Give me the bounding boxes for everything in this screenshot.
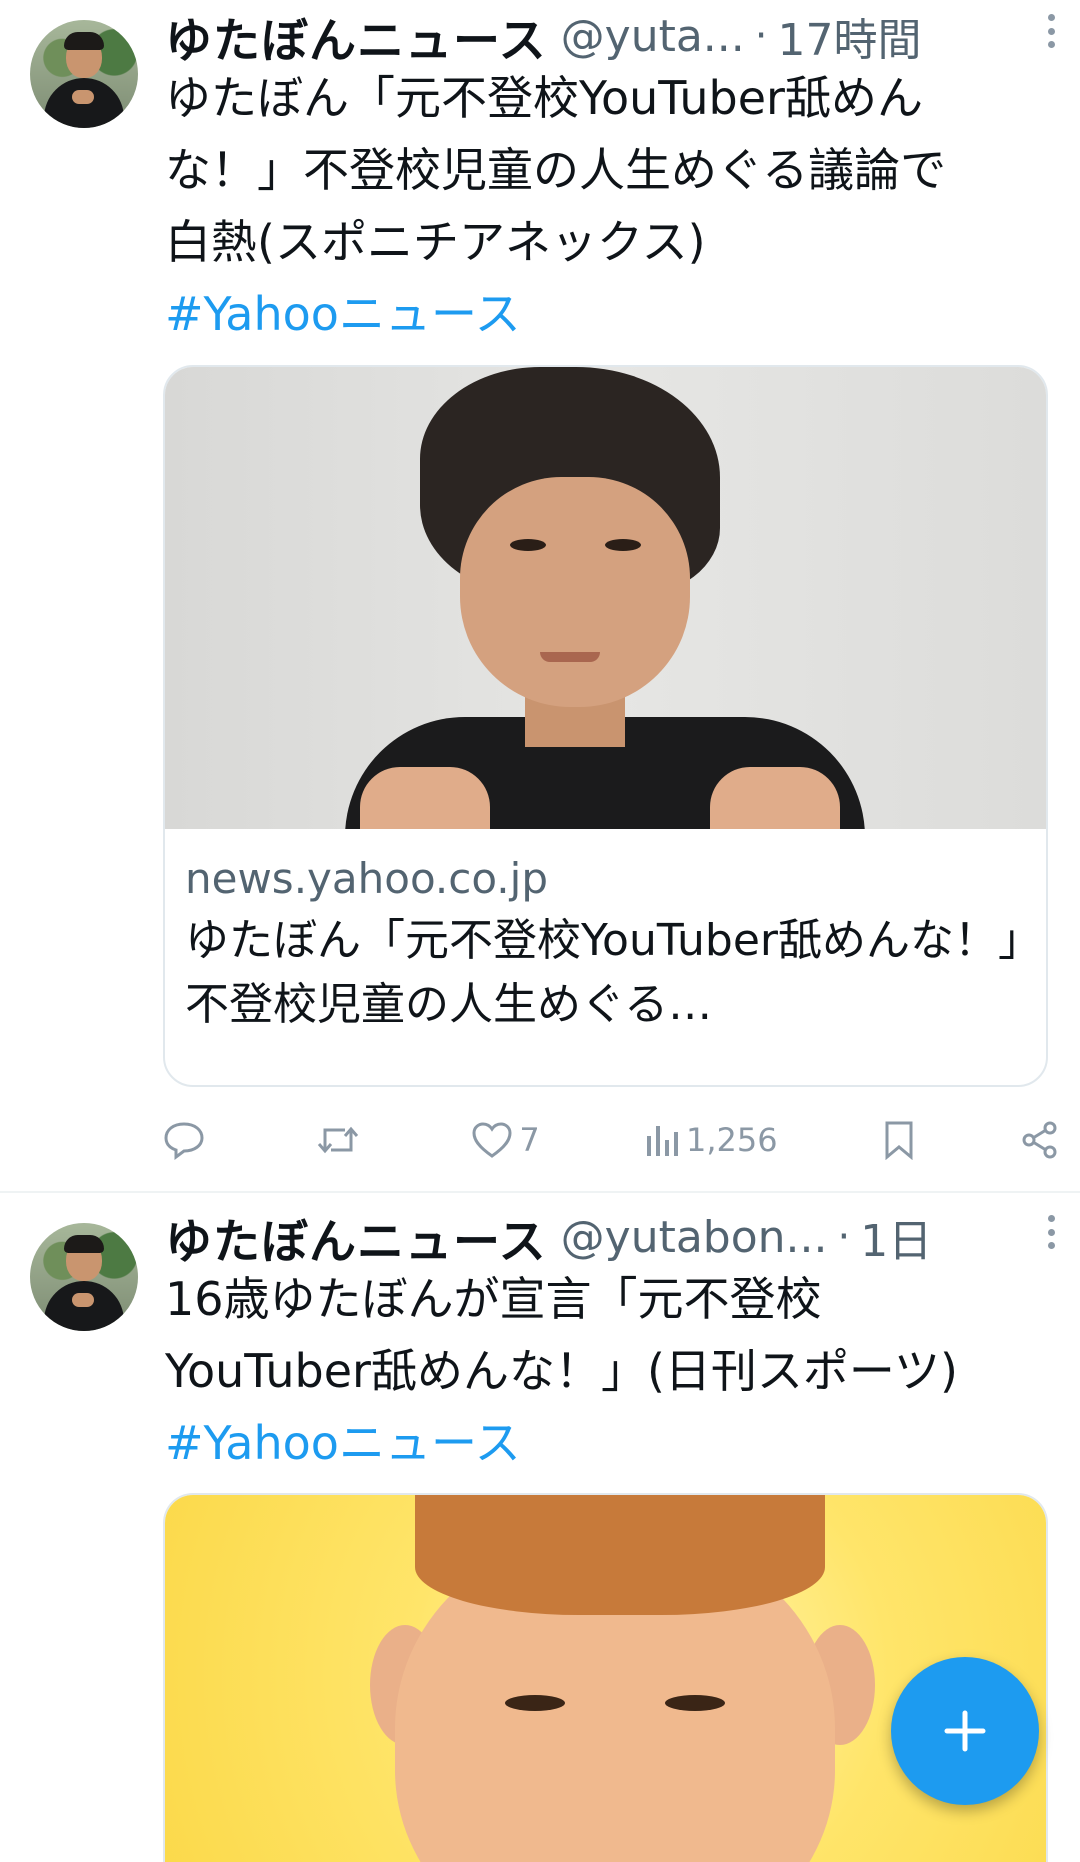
hashtag-link[interactable]: #Yahooニュース bbox=[165, 278, 1045, 350]
card-title: ゆたぼん「元不登校YouTuber舐めんな！」不登校児童の人生めぐる… bbox=[185, 915, 1021, 1030]
tweet-text-line: な！」不登校児童の人生めぐる議論で bbox=[165, 143, 947, 197]
link-card[interactable]: news.yahoo.co.jp ゆたぼん「元不登校YouTuber舐めんな！」… bbox=[163, 365, 1048, 1087]
retweet-icon bbox=[318, 1126, 359, 1154]
views-count: 1,256 bbox=[685, 1121, 778, 1159]
tweet-header: ゆたぼんニュース @yuta... · 17時間 bbox=[165, 4, 1060, 69]
tweet-timestamp[interactable]: 17時間 bbox=[777, 4, 921, 68]
views-button[interactable]: 1,256 bbox=[644, 1121, 778, 1159]
card-domain: news.yahoo.co.jp bbox=[185, 854, 548, 903]
hashtag-link[interactable]: #Yahooニュース bbox=[165, 1407, 1045, 1479]
author-name[interactable]: ゆたぼんニュース bbox=[165, 1203, 547, 1272]
separator-dot: · bbox=[754, 13, 768, 59]
tweet-text: 16歳ゆたぼんが宣言「元不登校 YouTuber舐めんな！」(日刊スポーツ) #… bbox=[165, 1263, 1045, 1479]
compose-tweet-button[interactable] bbox=[891, 1657, 1039, 1805]
like-count: 7 bbox=[519, 1121, 540, 1159]
tweet-actions: 7 1,256 bbox=[163, 1110, 1060, 1170]
card-info: news.yahoo.co.jp ゆたぼん「元不登校YouTuber舐めんな！」… bbox=[165, 829, 1046, 1085]
author-handle[interactable]: @yuta... bbox=[561, 11, 745, 62]
like-button[interactable]: 7 bbox=[471, 1121, 540, 1159]
tweet-timestamp[interactable]: 1日 bbox=[860, 1205, 932, 1269]
share-icon bbox=[1022, 1121, 1057, 1159]
tweet-text-line: ゆたぼん「元不登校YouTuber舐めん bbox=[165, 71, 923, 125]
share-button[interactable] bbox=[1020, 1120, 1060, 1160]
tweet[interactable]: ゆたぼんニュース @yuta... · 17時間 ゆたぼん「元不登校YouTub… bbox=[0, 0, 1080, 1193]
more-options-icon[interactable] bbox=[1036, 1215, 1066, 1249]
retweet-button[interactable] bbox=[315, 1120, 367, 1160]
plus-icon bbox=[944, 1710, 986, 1752]
heart-icon bbox=[472, 1122, 512, 1158]
card-image bbox=[165, 367, 1046, 829]
tweet-text: ゆたぼん「元不登校YouTuber舐めん な！」不登校児童の人生めぐる議論で 白… bbox=[165, 62, 1045, 350]
tweet-text-line: 16歳ゆたぼんが宣言「元不登校 bbox=[165, 1272, 822, 1326]
bookmark-icon bbox=[885, 1121, 913, 1160]
author-handle[interactable]: @yutabon... bbox=[561, 1212, 828, 1263]
separator-dot: · bbox=[837, 1214, 851, 1260]
avatar[interactable] bbox=[30, 1223, 138, 1331]
avatar[interactable] bbox=[30, 20, 138, 128]
timeline-feed: ゆたぼんニュース @yuta... · 17時間 ゆたぼん「元不登校YouTub… bbox=[0, 0, 1080, 1862]
tweet-text-line: YouTuber舐めんな！」(日刊スポーツ) bbox=[165, 1344, 958, 1398]
more-options-icon[interactable] bbox=[1036, 14, 1066, 48]
author-name[interactable]: ゆたぼんニュース bbox=[165, 2, 547, 71]
reply-button[interactable] bbox=[163, 1120, 211, 1160]
views-chart-icon bbox=[646, 1126, 678, 1156]
tweet-header: ゆたぼんニュース @yutabon... · 1日 bbox=[165, 1205, 1060, 1270]
reply-icon bbox=[164, 1122, 204, 1160]
tweet-text-line: 白熱(スポニチアネックス) bbox=[165, 215, 706, 269]
bookmark-button[interactable] bbox=[882, 1120, 916, 1160]
